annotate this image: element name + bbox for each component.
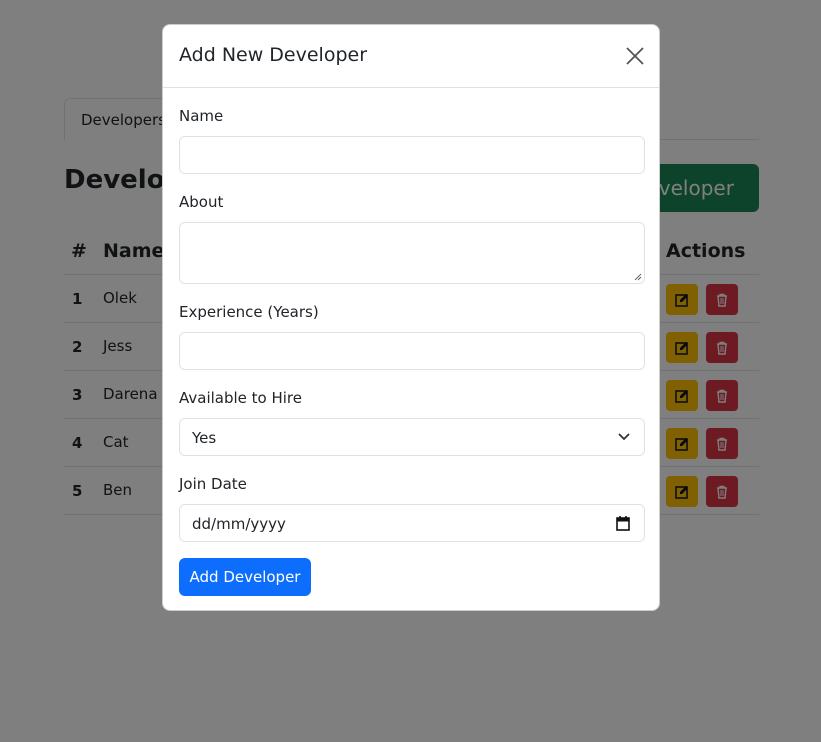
modal-header: Add New Developer xyxy=(163,25,659,88)
join-date-input[interactable]: dd/mm/yyyy xyxy=(179,504,645,542)
available-selected-value: Yes xyxy=(192,429,217,447)
close-button[interactable] xyxy=(623,44,647,68)
name-label: Name xyxy=(179,107,224,125)
resize-handle-icon[interactable] xyxy=(634,273,642,281)
submit-add-developer-button[interactable]: Add Developer xyxy=(179,558,311,596)
join-date-label: Join Date xyxy=(179,475,247,493)
modal-title: Add New Developer xyxy=(179,44,368,66)
available-label: Available to Hire xyxy=(179,389,303,407)
name-input[interactable] xyxy=(179,136,645,174)
join-date-placeholder: dd/mm/yyyy xyxy=(192,515,286,533)
about-textarea[interactable] xyxy=(179,222,645,284)
available-select[interactable]: Yes xyxy=(179,418,645,456)
close-icon xyxy=(626,47,644,65)
experience-label: Experience (Years) xyxy=(179,303,319,321)
calendar-icon[interactable] xyxy=(616,515,630,531)
about-label: About xyxy=(179,193,224,211)
add-developer-modal: Add New Developer Name About Experience … xyxy=(162,24,660,611)
experience-input[interactable] xyxy=(179,332,645,370)
chevron-down-icon xyxy=(618,433,630,441)
